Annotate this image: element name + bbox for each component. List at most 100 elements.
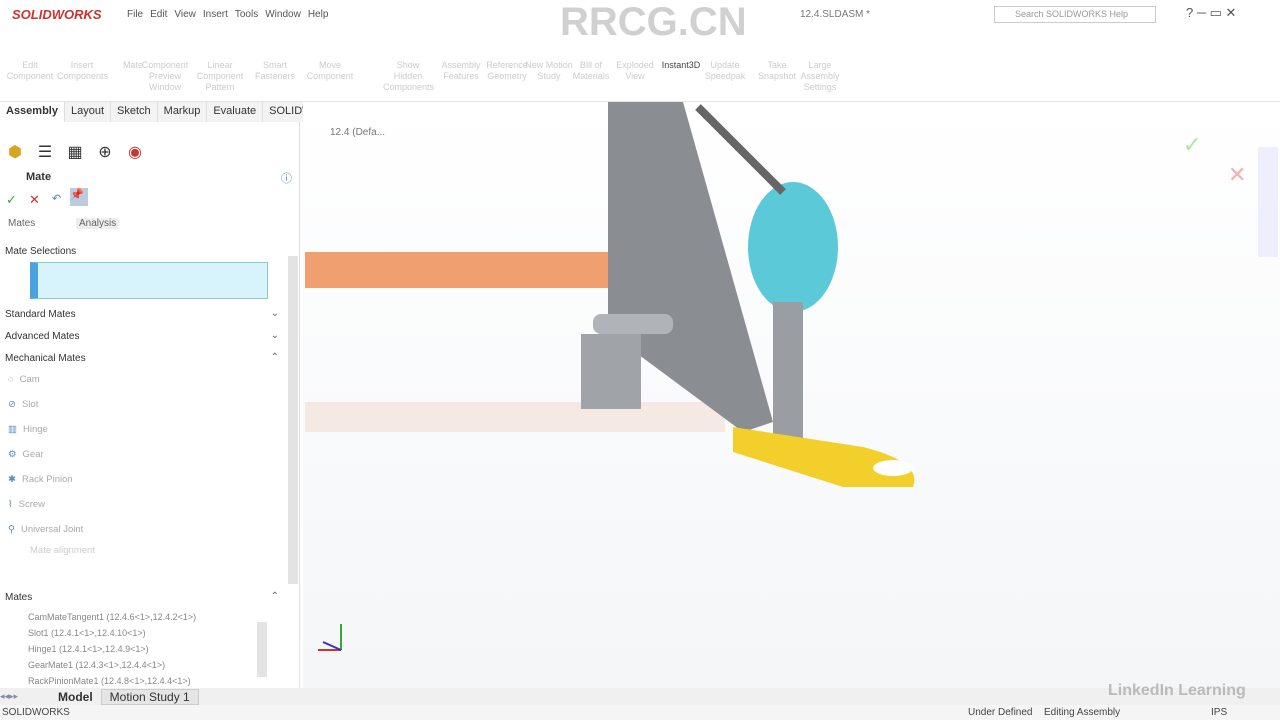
menu-view[interactable]: View	[174, 9, 196, 20]
mate-selections-header[interactable]: Mate Selections	[5, 246, 76, 257]
subtab-mates[interactable]: Mates	[8, 218, 35, 229]
follower-part	[773, 302, 803, 442]
menu-insert[interactable]: Insert	[203, 9, 228, 20]
triad-icon	[318, 624, 342, 651]
mate-universal-joint[interactable]: ⚲ Universal Joint	[8, 524, 83, 535]
label: Cam	[19, 374, 40, 385]
shaft-part	[695, 104, 786, 195]
ribbon-move-component[interactable]: Move Component	[305, 60, 355, 82]
solidworks-logo: SOLIDWORKS	[12, 6, 102, 22]
rack-pinion-icon: ✱	[8, 474, 16, 485]
window-controls[interactable]: ? ─ ▭ ✕	[1186, 5, 1236, 21]
ribbon-exploded-view[interactable]: Exploded View	[610, 60, 660, 82]
advanced-mates-header[interactable]: Advanced Mates	[5, 331, 80, 342]
menu-help[interactable]: Help	[308, 9, 329, 20]
tab-motion-study[interactable]: Motion Study 1	[100, 688, 199, 705]
mate-list-item[interactable]: Slot1 (12.4.1<1>,12.4.10<1>)	[28, 628, 146, 638]
label: Screw	[18, 499, 46, 510]
cancel-x-icon[interactable]: ✕	[1228, 162, 1246, 188]
slot-icon: ⊘	[8, 399, 16, 410]
ribbon-edit-component[interactable]: Edit Component	[5, 60, 55, 82]
mate-rack-pinion[interactable]: ✱ Rack Pinion	[8, 474, 73, 485]
lever-part	[733, 427, 915, 487]
task-pane-tabs[interactable]	[1258, 147, 1278, 257]
mate-list-item[interactable]: CamMateTangent1 (12.4.6<1>,12.4.2<1>)	[28, 612, 196, 622]
status-bar: SOLIDWORKS Under Defined Editing Assembl…	[0, 705, 1280, 720]
menu-edit[interactable]: Edit	[150, 9, 167, 20]
mate-hinge[interactable]: ▥ Hinge	[8, 424, 48, 435]
search-input[interactable]: Search SOLIDWORKS Help	[994, 6, 1156, 23]
chevron-up-icon[interactable]: ⌃	[271, 591, 279, 602]
tab-evaluate[interactable]: Evaluate	[207, 102, 264, 122]
menu-file[interactable]: File	[127, 9, 143, 20]
feature-tree-icon[interactable]: ⬢	[4, 142, 26, 164]
cam-icon: ◌	[8, 374, 14, 385]
watermark: RRCG.CN	[560, 0, 747, 44]
nav-arrows[interactable]: ◂◂▸▸	[0, 691, 50, 702]
tab-assembly[interactable]: Assembly	[0, 102, 65, 122]
mate-cam[interactable]: ◌ Cam	[8, 374, 40, 385]
help-icon[interactable]: ⓘ	[281, 170, 292, 186]
menu-window[interactable]: Window	[265, 9, 301, 20]
linkedin-watermark: LinkedIn Learning	[1108, 682, 1246, 699]
ribbon-instant3d[interactable]: Instant3D	[656, 60, 706, 71]
ribbon-update-speedpak[interactable]: Update Speedpak	[700, 60, 750, 82]
status-mode: Editing Assembly	[1044, 707, 1121, 718]
mate-list-item[interactable]: Hinge1 (12.4.1<1>,12.4.9<1>)	[28, 644, 149, 654]
tab-layout[interactable]: Layout	[65, 102, 112, 122]
mate-list-item[interactable]: GearMate1 (12.4.3<1>,12.4.4<1>)	[28, 660, 165, 670]
block-part	[581, 334, 641, 409]
standard-mates-header[interactable]: Standard Mates	[5, 309, 76, 320]
document-title: 12.4.SLDASM *	[800, 9, 871, 20]
tab-markup[interactable]: Markup	[158, 102, 208, 122]
ok-icon[interactable]: ✓	[6, 192, 17, 208]
label: Rack Pinion	[21, 474, 73, 485]
confirm-check-icon[interactable]: ✓	[1183, 132, 1201, 158]
menu-tools[interactable]: Tools	[235, 9, 258, 20]
chevron-down-icon[interactable]: ⌄	[271, 308, 279, 319]
mates-scrollbar[interactable]	[257, 622, 267, 677]
mechanical-mates-header[interactable]: Mechanical Mates	[5, 353, 86, 364]
rack-part	[305, 252, 615, 288]
cancel-icon[interactable]: ✕	[29, 192, 40, 208]
status-units[interactable]: IPS	[1211, 707, 1227, 718]
panel-scrollbar[interactable]	[288, 256, 298, 584]
undo-icon[interactable]: ↶	[52, 192, 61, 205]
pin-icon[interactable]: 📌	[70, 188, 88, 206]
dimxpert-icon[interactable]: ⊕	[94, 142, 116, 164]
ribbon-assembly-features[interactable]: Assembly Features	[436, 60, 486, 82]
screw-icon: ⌇	[8, 499, 13, 510]
mates-header[interactable]: Mates	[5, 592, 32, 603]
mate-gear[interactable]: ⚙ Gear	[8, 449, 44, 460]
status-app: SOLIDWORKS	[2, 707, 70, 718]
mate-list-item[interactable]: RackPinionMate1 (12.4.8<1>,12.4.4<1>)	[28, 676, 191, 686]
mate-screw[interactable]: ⌇ Screw	[8, 499, 45, 510]
cam-part	[748, 182, 838, 312]
ribbon-preview-window[interactable]: Component Preview Window	[140, 60, 190, 93]
ribbon-insert-components[interactable]: Insert Components	[57, 60, 108, 82]
tab-model[interactable]: Model	[50, 690, 101, 704]
lever-hole	[873, 460, 913, 476]
config-manager-icon[interactable]: ▦	[64, 142, 86, 164]
tab-sketch[interactable]: Sketch	[111, 102, 158, 122]
panel-title: Mate	[26, 171, 52, 183]
ribbon-large-assembly[interactable]: Large Assembly Settings	[795, 60, 845, 93]
label: Hinge	[22, 424, 48, 435]
status-state: Under Defined	[968, 707, 1033, 718]
subtab-analysis[interactable]: Analysis	[76, 218, 120, 229]
label: Universal Joint	[20, 524, 84, 535]
graphics-area[interactable]: 12.4 (Defa... ✓ ✕	[303, 102, 1280, 688]
ribbon-smart-fasteners[interactable]: Smart Fasteners	[250, 60, 300, 82]
ribbon-linear-pattern[interactable]: Linear Component Pattern	[195, 60, 245, 93]
property-manager-icon[interactable]: ☰	[34, 142, 56, 164]
assembly-model	[305, 102, 915, 651]
mate-slot[interactable]: ⊘ Slot	[8, 399, 38, 410]
chevron-up-icon[interactable]: ⌃	[271, 352, 279, 363]
label: Gear	[22, 449, 44, 460]
ribbon-show-hidden[interactable]: Show Hidden Components	[383, 60, 434, 93]
bottom-tabs: ◂◂▸▸ Model Motion Study 1	[0, 688, 1280, 705]
ribbon-bom[interactable]: Bill of Materials	[566, 60, 616, 82]
mate-selections-box[interactable]	[30, 262, 268, 299]
display-manager-icon[interactable]: ◉	[124, 142, 146, 164]
chevron-down-icon[interactable]: ⌄	[271, 330, 279, 341]
